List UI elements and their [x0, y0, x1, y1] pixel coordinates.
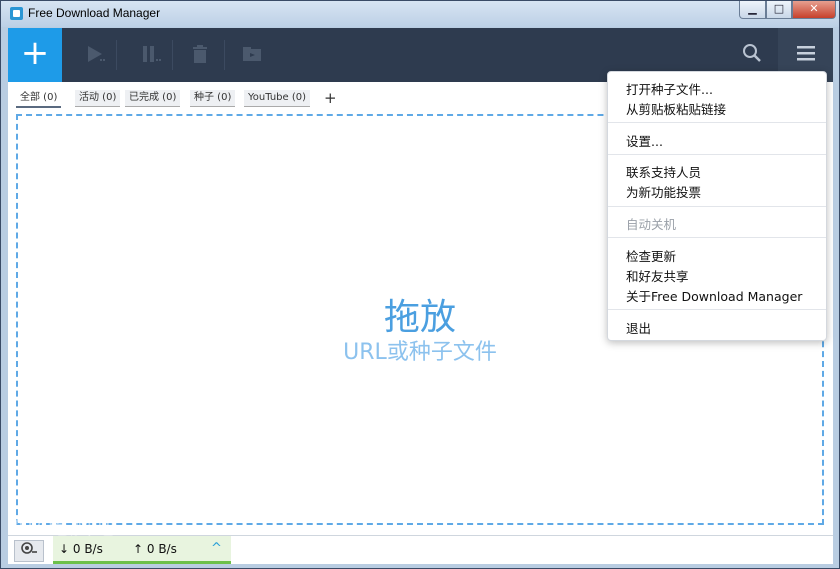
menu-divider — [608, 154, 826, 155]
pause-icon[interactable] — [136, 42, 164, 68]
menu-item-open-torrent[interactable]: 打开种子文件... — [626, 79, 713, 98]
menu-item-exit[interactable]: 退出 — [626, 318, 651, 337]
menu-item-settings[interactable]: 设置... — [626, 131, 663, 150]
menu-item-contact-support[interactable]: 联系支持人员 — [626, 162, 701, 181]
menu-item-about[interactable]: 关于Free Download Manager — [626, 286, 802, 305]
folder-move-icon[interactable] — [238, 42, 266, 68]
tab-all[interactable]: 全部 (0) — [16, 90, 62, 108]
upload-speed: ↑ 0 B/s — [133, 542, 177, 556]
minimize-button[interactable]: ▁ — [739, 1, 766, 19]
main-menu-dropdown: 打开种子文件... 从剪贴板粘贴链接 设置... 联系支持人员 为新功能投票 自… — [607, 71, 827, 341]
menu-item-auto-shutdown: 自动关机 — [626, 217, 677, 232]
trash-icon[interactable] — [186, 42, 214, 68]
tab-torrents[interactable]: 种子 (0) — [190, 90, 236, 107]
menu-divider — [608, 309, 826, 310]
snail-mode-icon[interactable] — [14, 540, 44, 562]
app-logo-icon — [10, 7, 23, 20]
search-icon[interactable] — [738, 42, 766, 68]
add-download-button[interactable]: + — [8, 28, 62, 82]
tab-active[interactable]: 活动 (0) — [75, 90, 121, 107]
toolbar-divider — [172, 40, 173, 70]
toolbar-divider — [224, 40, 225, 70]
title-bar[interactable]: Free Download Manager ▁ □ ✕ — [1, 1, 839, 27]
menu-item-share-friends[interactable]: 和好友共享 — [626, 266, 689, 285]
toolbar-divider — [116, 40, 117, 70]
menu-divider — [608, 237, 826, 238]
tab-completed[interactable]: 已完成 (0) — [125, 90, 181, 107]
tab-youtube[interactable]: YouTube (0) — [244, 90, 311, 107]
hamburger-menu-icon[interactable] — [792, 42, 820, 68]
menu-divider — [608, 206, 826, 207]
menu-item-vote-features[interactable]: 为新功能投票 — [626, 182, 701, 201]
download-speed: ↓ 0 B/s — [59, 542, 103, 556]
menu-item-check-updates[interactable]: 检查更新 — [626, 246, 676, 265]
play-icon[interactable] — [80, 42, 108, 68]
menu-item-paste-link[interactable]: 从剪贴板粘贴链接 — [626, 99, 726, 118]
window-title: Free Download Manager — [28, 6, 161, 20]
chevron-up-icon[interactable]: ^ — [211, 541, 222, 556]
add-tab-button[interactable]: + — [324, 89, 337, 107]
menu-divider — [608, 122, 826, 123]
status-bar: ↓ 0 B/s ↑ 0 B/s ^ — [8, 535, 833, 564]
watermark: AM电脑吧 — [11, 515, 117, 540]
close-button[interactable]: ✕ — [792, 1, 836, 19]
maximize-button[interactable]: □ — [766, 1, 792, 19]
